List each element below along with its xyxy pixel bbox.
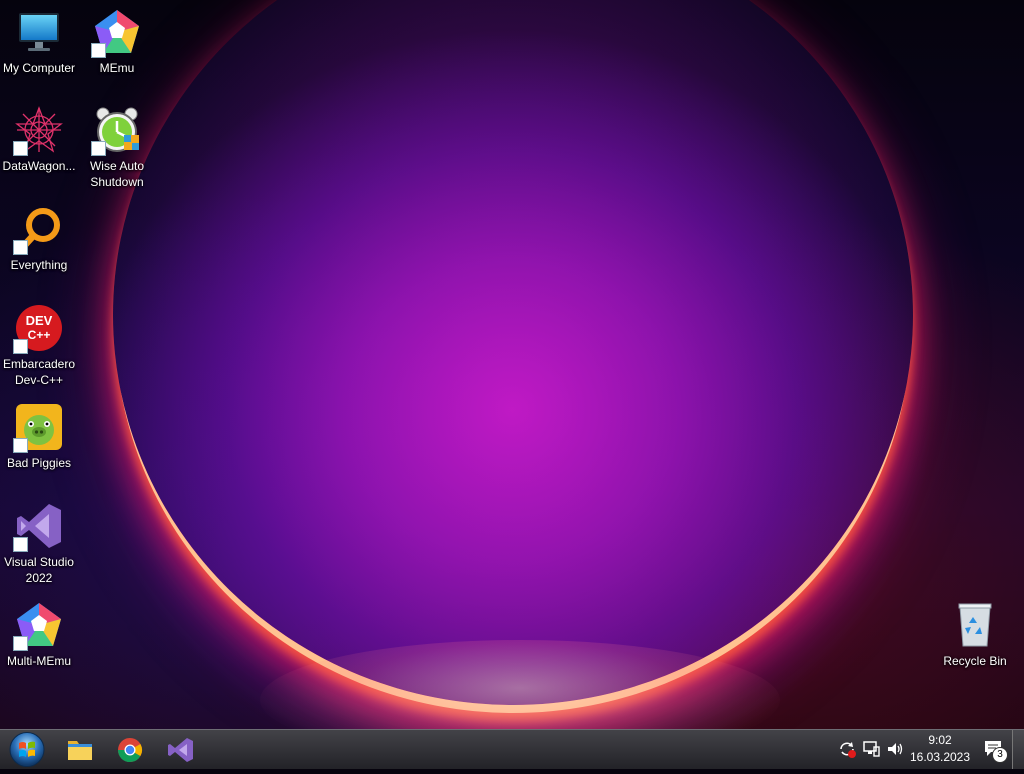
shortcut-arrow-icon [13,339,28,354]
wallpaper-arc [113,0,913,705]
desktop-icon-my-computer[interactable]: My Computer [1,8,77,76]
clock-date: 16.03.2023 [909,750,971,764]
devcpp-icon: DEV C++ [13,304,63,354]
icon-label: Recycle Bin [943,654,1007,668]
monitor-icon [15,8,63,56]
icon-label: MEmu [99,61,135,75]
shortcut-arrow-icon [91,141,106,156]
taskbar: 9:02 16.03.2023 3 [0,729,1024,769]
start-button[interactable] [4,730,50,769]
desktop-icon-recycle-bin[interactable]: Recycle Bin [937,601,1013,669]
shortcut-arrow-icon [13,141,28,156]
taskbar-file-explorer[interactable] [60,732,100,768]
clock-time: 9:02 [928,733,952,747]
shortcut-arrow-icon [13,537,28,552]
show-desktop-button[interactable] [1012,730,1024,769]
icon-label: DataWagon... [2,159,76,173]
clock[interactable]: 9:02 16.03.2023 [906,732,974,766]
datawagon-icon [13,106,63,156]
icon-label: Multi-MEmu [6,654,71,668]
shortcut-arrow-icon [13,636,28,651]
visual-studio-icon [13,502,63,552]
recycle-bin-icon [951,601,999,649]
desktop-icon-wise-auto-shutdown[interactable]: Wise Auto Shutdown [79,106,155,190]
desktop-icon-everything[interactable]: Everything [1,205,77,273]
shortcut-arrow-icon [13,438,28,453]
desktop-icon-datawagon[interactable]: DataWagon... [1,106,77,174]
icon-label: Visual Studio 2022 [4,555,74,585]
alarm-clock-icon [91,106,141,156]
memu-icon [13,601,63,651]
volume-icon[interactable] [885,739,905,759]
desktop-icon-devcpp[interactable]: DEV C++ Embarcadero Dev-C++ [1,304,77,388]
chrome-icon [118,738,143,763]
pig-icon [13,403,63,453]
svg-text:DEV: DEV [26,313,53,328]
icon-label: Wise Auto Shutdown [89,159,145,189]
action-center-button[interactable]: 3 [983,738,1008,763]
svg-text:C++: C++ [28,328,51,342]
desktop-icon-multi-memu[interactable]: Multi-MEmu [1,601,77,669]
start-orb-icon [9,732,45,767]
icon-label: My Computer [2,61,76,75]
file-explorer-icon [68,741,92,760]
notification-count-badge: 3 [992,747,1008,763]
taskbar-chrome[interactable] [110,732,150,768]
desktop-icon-visual-studio[interactable]: Visual Studio 2022 [1,502,77,586]
shortcut-arrow-icon [13,240,28,255]
icon-label: Embarcadero Dev-C++ [2,357,76,387]
memu-icon [91,8,141,58]
icon-label: Bad Piggies [6,456,72,470]
icon-label: Everything [10,258,68,272]
taskbar-visual-studio[interactable] [160,732,200,768]
desktop-icon-memu[interactable]: MEmu [79,8,155,76]
network-icon[interactable] [861,739,881,759]
visual-studio-icon [168,738,193,762]
desktop-icon-bad-piggies[interactable]: Bad Piggies [1,403,77,471]
shortcut-arrow-icon [91,43,106,58]
sync-icon[interactable] [837,739,857,759]
magnifier-icon [13,205,63,255]
desktop[interactable]: My Computer DataWagon... Everything DEV … [0,0,1024,729]
